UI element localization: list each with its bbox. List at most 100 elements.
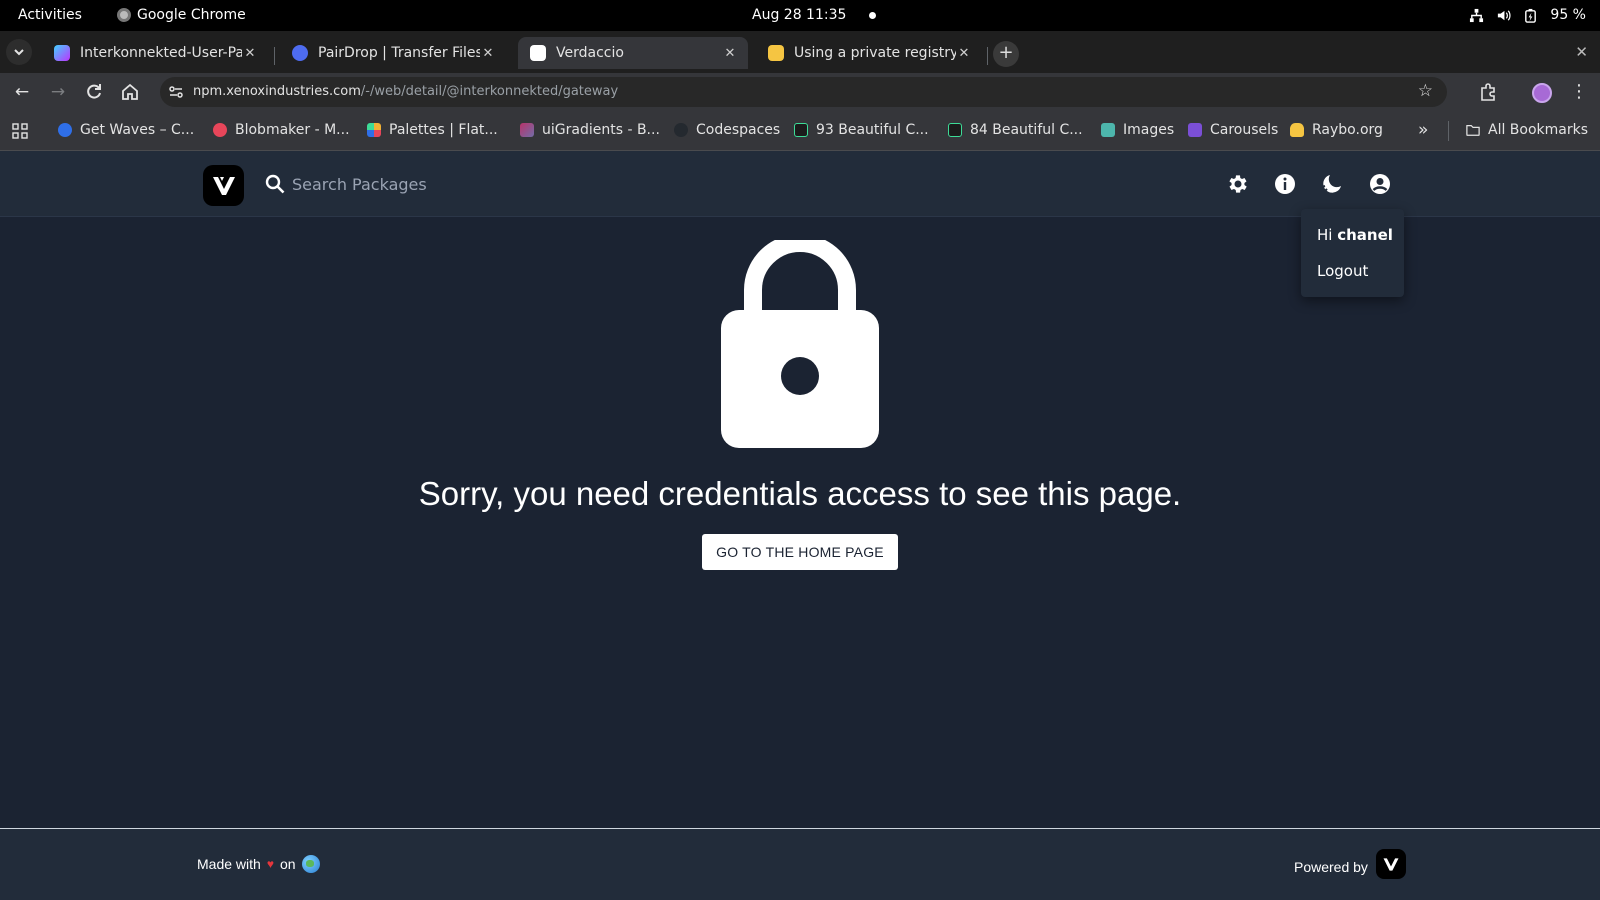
profile-avatar[interactable] [1532, 83, 1552, 103]
close-icon[interactable]: ✕ [722, 46, 738, 61]
chrome-icon [117, 8, 131, 22]
verdaccio-icon [530, 45, 546, 61]
notification-dot [869, 12, 876, 19]
app-menu[interactable]: Google Chrome [117, 7, 246, 23]
url-text[interactable]: npm.xenoxindustries.com/-/web/detail/@in… [193, 84, 618, 99]
vite-icon [54, 45, 70, 61]
network-icon [1470, 8, 1484, 22]
cursor-icon [794, 123, 808, 137]
tab-strip: Interkonnekted-User-Par ✕ PairDrop | Tra… [0, 31, 1600, 73]
site-info-icon[interactable] [168, 84, 184, 100]
github-icon [674, 123, 688, 137]
tab-separator [987, 47, 988, 65]
reload-icon[interactable] [84, 82, 104, 102]
bookmark-get-waves[interactable]: Get Waves – C... [58, 122, 194, 138]
on-text: on [279, 856, 296, 872]
new-tab-button[interactable]: + [993, 41, 1019, 67]
address-bar[interactable]: npm.xenoxindustries.com/-/web/detail/@in… [160, 77, 1447, 107]
bookmark-label: Blobmaker - M... [235, 122, 350, 138]
made-with-text: Made with [197, 856, 261, 872]
verdaccio-footer-logo[interactable] [1375, 849, 1406, 879]
home-icon[interactable] [120, 82, 140, 102]
made-with-credit: Made with ♥ on [197, 855, 320, 873]
pairdrop-icon [292, 45, 308, 61]
user-menu: Hi chanel Logout [1301, 209, 1404, 297]
bookmark-codespaces[interactable]: Codespaces [674, 122, 780, 138]
tab-interkonnekted[interactable]: Interkonnekted-User-Par ✕ [42, 37, 268, 69]
bookmark-label: Carousels [1210, 122, 1279, 138]
app-name: Google Chrome [137, 7, 246, 23]
tab-title: Using a private registry | V [794, 45, 956, 61]
bookmark-images[interactable]: Images [1101, 122, 1174, 138]
bookmark-palettes[interactable]: Palettes | Flat... [367, 122, 498, 138]
account-circle-icon[interactable] [1368, 172, 1392, 196]
blobmaker-icon [213, 123, 227, 137]
bookmark-label: Get Waves – C... [80, 122, 195, 138]
logout-menu-item[interactable]: Logout [1317, 262, 1368, 280]
extensions-icon[interactable] [1478, 82, 1498, 102]
apps-grid-icon[interactable] [12, 123, 28, 139]
search-input[interactable] [292, 168, 892, 200]
bookmark-label: Palettes | Flat... [389, 122, 498, 138]
dark-mode-icon[interactable] [1320, 172, 1344, 196]
folder-icon [1466, 125, 1480, 136]
verdaccio-icon [768, 45, 784, 61]
error-message: Sorry, you need credentials access to se… [418, 475, 1182, 512]
bookmark-label: Codespaces [696, 122, 781, 138]
raybo-icon [1290, 123, 1304, 137]
chevron-down-icon [14, 49, 24, 56]
url-path: /-/web/detail/@interkonnekted/gateway [360, 84, 619, 99]
lock-icon [721, 240, 879, 448]
globe-icon[interactable] [301, 855, 320, 873]
bookmarks-divider [1448, 121, 1449, 141]
settings-gear-icon[interactable] [1225, 172, 1249, 196]
verdaccio-logo[interactable] [203, 165, 244, 206]
tab-private-registry[interactable]: Using a private registry | V ✕ [756, 37, 982, 69]
all-bookmarks-button[interactable]: All Bookmarks [1466, 122, 1588, 138]
greeting-text: Hi [1317, 226, 1333, 244]
system-tray[interactable]: 95 % [1469, 7, 1586, 23]
more-menu-icon[interactable]: ⋮ [1570, 81, 1588, 102]
tab-verdaccio[interactable]: Verdaccio ✕ [518, 37, 748, 69]
palettes-icon [367, 123, 381, 137]
verdaccio-header [0, 151, 1600, 217]
user-greeting: Hi chanel [1317, 226, 1393, 244]
tab-title: Interkonnekted-User-Par [80, 45, 242, 61]
bookmark-label: Images [1123, 122, 1175, 138]
verdaccio-footer: Made with ♥ on Powered by [0, 828, 1600, 900]
battery-level: 95 % [1550, 7, 1586, 23]
bookmark-label: Raybo.org [1312, 122, 1383, 138]
close-icon[interactable]: ✕ [242, 46, 258, 61]
powered-by-text: Powered by [1294, 859, 1368, 875]
clock[interactable]: Aug 28 11:35 [752, 7, 846, 23]
bookmark-84-beautiful[interactable]: 84 Beautiful C... [948, 122, 1083, 138]
username: chanel [1337, 226, 1393, 244]
bookmark-93-beautiful[interactable]: 93 Beautiful C... [794, 122, 929, 138]
info-icon[interactable] [1273, 172, 1297, 196]
bookmark-uigradients[interactable]: uiGradients - B... [520, 122, 660, 138]
cursor-icon [948, 123, 962, 137]
verdaccio-v-icon [212, 176, 235, 195]
bookmark-label: 84 Beautiful C... [970, 122, 1083, 138]
system-top-bar: Activities Google Chrome Aug 28 11:35 95… [0, 0, 1600, 31]
bookmark-raybo[interactable]: Raybo.org [1290, 122, 1383, 138]
window-close-icon[interactable]: ✕ [1575, 43, 1588, 61]
close-icon[interactable]: ✕ [480, 46, 496, 61]
images-icon [1101, 123, 1115, 137]
back-icon[interactable]: ← [12, 82, 32, 102]
bookmark-carousels[interactable]: Carousels [1188, 122, 1278, 138]
more-bookmarks-icon[interactable]: » [1418, 120, 1428, 140]
go-home-button[interactable]: GO TO THE HOME PAGE [702, 534, 898, 570]
activities-button[interactable]: Activities [18, 7, 82, 23]
close-icon[interactable]: ✕ [956, 46, 972, 61]
bookmark-blobmaker[interactable]: Blobmaker - M... [213, 122, 350, 138]
bookmark-label: 93 Beautiful C... [816, 122, 929, 138]
heart-icon: ♥ [266, 857, 274, 871]
tab-search-button[interactable] [6, 39, 32, 65]
tab-title: Verdaccio [556, 45, 624, 61]
forward-icon[interactable]: → [48, 82, 68, 102]
battery-icon [1525, 8, 1537, 23]
tab-pairdrop[interactable]: PairDrop | Transfer Files ✕ [280, 37, 506, 69]
tab-separator [274, 47, 275, 65]
bookmark-star-icon[interactable]: ☆ [1418, 81, 1433, 101]
